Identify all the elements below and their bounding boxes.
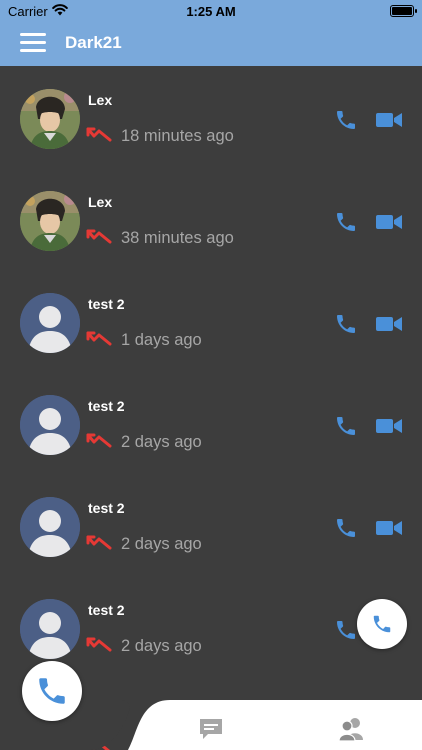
status-bar: Carrier 1:25 AM — [0, 0, 422, 22]
voice-call-button[interactable] — [334, 618, 358, 642]
contacts-icon — [338, 718, 363, 742]
missed-call-icon — [86, 433, 112, 448]
missed-call-icon — [86, 637, 112, 652]
call-time-ago: 38 minutes ago — [121, 229, 234, 247]
avatar — [20, 89, 80, 149]
missed-call-icon — [86, 229, 112, 244]
voice-call-button[interactable] — [334, 312, 358, 336]
video-call-button[interactable] — [376, 416, 402, 436]
avatar — [20, 497, 80, 557]
video-call-button[interactable] — [376, 212, 402, 232]
missed-call-icon — [86, 331, 112, 346]
missed-call-icon — [86, 535, 112, 550]
menu-button[interactable] — [20, 33, 46, 53]
phone-icon — [39, 678, 65, 704]
contact-name: Lex — [88, 92, 113, 108]
contact-name: test 2 — [88, 500, 125, 516]
contact-name: test 2 — [88, 602, 125, 618]
tab-messages[interactable] — [198, 716, 224, 742]
app-bar: Carrier 1:25 AM Dark21 — [0, 0, 422, 66]
call-list-item[interactable]: test 2 2 days ago — [0, 372, 422, 474]
avatar — [20, 191, 80, 251]
call-time-ago: 2 days ago — [121, 637, 202, 655]
call-list-item[interactable]: test 2 2 days ago — [0, 474, 422, 576]
status-time: 1:25 AM — [186, 4, 236, 19]
video-call-button[interactable] — [376, 518, 402, 538]
call-time-ago: 18 minutes ago — [121, 127, 234, 145]
call-log-screen: Carrier 1:25 AM Dark21 Lex 18 minutes ago… — [0, 0, 422, 750]
call-time-ago: 1 days ago — [121, 331, 202, 349]
tab-contacts[interactable] — [338, 716, 364, 742]
contact-name: test 2 — [88, 398, 125, 414]
call-list-item[interactable]: Lex 18 minutes ago — [0, 66, 422, 168]
chat-icon — [200, 719, 222, 739]
call-time-ago: 2 days ago — [121, 535, 202, 553]
voice-call-button[interactable] — [334, 516, 358, 540]
call-list-item[interactable]: test 2 1 days ago — [0, 270, 422, 372]
voice-call-button[interactable] — [334, 108, 358, 132]
contact-name: test 2 — [88, 296, 125, 312]
video-call-button[interactable] — [376, 110, 402, 130]
avatar — [20, 395, 80, 455]
call-fab-small[interactable] — [357, 599, 407, 649]
call-time-ago: 2 days ago — [121, 433, 202, 451]
app-title: Dark21 — [65, 33, 122, 52]
avatar — [20, 293, 80, 353]
phone-icon — [373, 615, 391, 633]
call-list-item[interactable]: Lex 38 minutes ago — [0, 168, 422, 270]
avatar — [20, 599, 80, 659]
missed-call-icon — [86, 127, 112, 142]
new-call-fab[interactable] — [22, 661, 82, 721]
voice-call-button[interactable] — [334, 414, 358, 438]
battery-icon — [390, 5, 417, 17]
contact-name: Lex — [88, 194, 113, 210]
call-list: Lex 18 minutes ago Lex 38 minutes ago test 2… — [0, 66, 422, 750]
voice-call-button[interactable] — [334, 210, 358, 234]
video-call-button[interactable] — [376, 314, 402, 334]
